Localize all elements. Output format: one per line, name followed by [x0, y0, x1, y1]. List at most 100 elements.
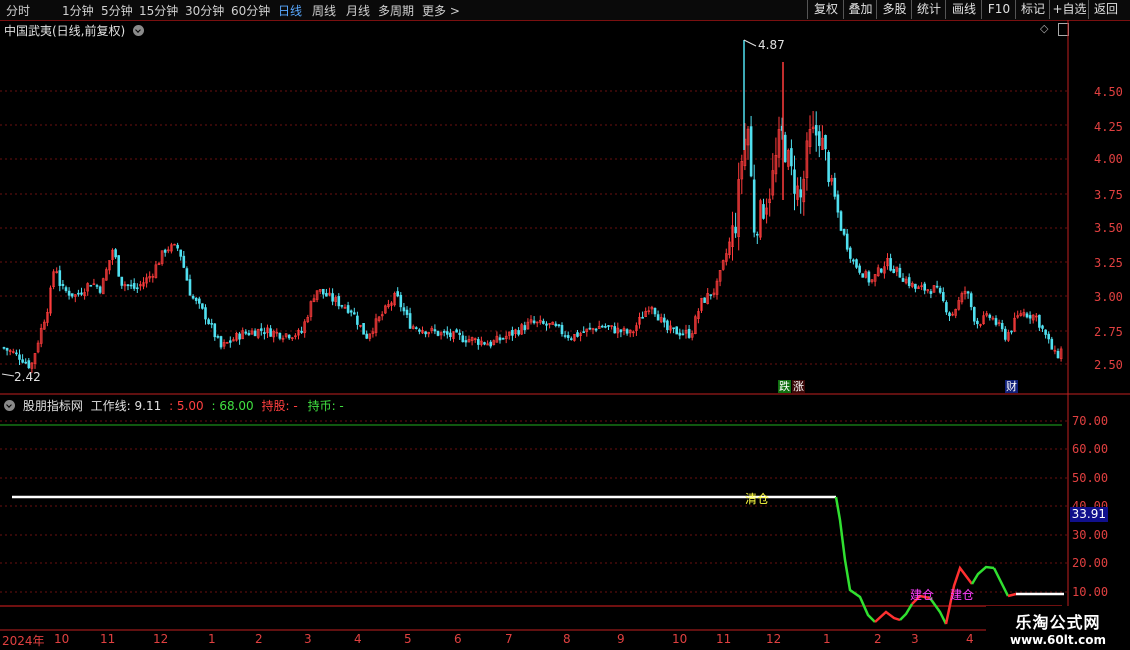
limit-up-tag[interactable]: 涨	[792, 380, 805, 393]
candle-body	[1025, 313, 1029, 318]
candle-body	[219, 336, 223, 348]
candle-body	[703, 297, 706, 303]
candle-body	[994, 318, 998, 325]
candle-body	[188, 279, 192, 296]
candle-body	[210, 323, 213, 325]
candle-body	[436, 330, 440, 336]
price-label: 4.25	[1094, 120, 1123, 134]
date-month-label: 1	[823, 632, 831, 646]
watermark-url: www.60lt.com	[1009, 633, 1107, 647]
grid-lines	[0, 90, 1068, 593]
indicator-axis-label: 20.00	[1072, 556, 1109, 570]
candle-body	[675, 326, 679, 335]
candlesticks	[2, 40, 1063, 373]
candle-body	[433, 329, 437, 332]
candle-body	[793, 169, 796, 194]
indicator-axis-label: 70.00	[1072, 414, 1109, 428]
candle-body	[396, 291, 400, 297]
date-month-label: 12	[153, 632, 169, 646]
candle-body	[824, 135, 827, 150]
candle-body	[476, 339, 480, 345]
candle-body	[117, 255, 120, 277]
candle-body	[790, 148, 793, 167]
candle-body	[545, 323, 548, 326]
candle-body	[356, 315, 359, 325]
candle-body	[136, 287, 139, 290]
candle-body	[349, 310, 353, 313]
candle-body	[672, 327, 675, 330]
candle-body	[817, 131, 821, 146]
price-label: 4.00	[1094, 152, 1123, 166]
candle-body	[988, 314, 992, 318]
candle-body	[889, 258, 892, 271]
work-line-green	[970, 565, 995, 585]
work-line-red	[874, 610, 901, 623]
candle-body	[1010, 330, 1013, 333]
date-month-label: 2	[255, 632, 263, 646]
candle-body	[287, 334, 291, 339]
candle-body	[352, 312, 356, 315]
candle-body	[442, 330, 446, 333]
candle-body	[278, 332, 282, 339]
candle-body	[948, 312, 951, 317]
finance-tag[interactable]: 财	[1005, 380, 1018, 393]
candle-body	[247, 332, 251, 336]
date-month-label: 3	[911, 632, 919, 646]
candle-body	[207, 319, 210, 325]
candle-body	[752, 179, 756, 233]
date-month-label: 11	[716, 632, 732, 646]
candle-body	[749, 126, 753, 177]
candle-body	[501, 338, 505, 340]
candle-body	[923, 283, 927, 291]
low-marker-line	[1, 373, 15, 377]
price-label: 3.00	[1094, 290, 1123, 304]
date-month-label: 4	[354, 632, 362, 646]
candle-body	[1047, 333, 1050, 340]
candle-body	[901, 278, 905, 282]
candle-body	[566, 335, 570, 338]
candle-body	[945, 302, 948, 313]
candle-body	[27, 360, 31, 369]
candle-body	[762, 204, 765, 219]
limit-down-tag[interactable]: 跌	[778, 380, 791, 393]
candle-body	[194, 297, 198, 301]
chart-canvas[interactable]	[0, 0, 1130, 650]
candle-body	[24, 361, 28, 364]
watermark-logo: 乐淘公式网 www.60lt.com	[986, 606, 1130, 650]
candle-body	[941, 292, 945, 302]
candle-body	[532, 320, 536, 324]
candle-body	[5, 347, 9, 351]
candle-body	[1000, 323, 1004, 330]
candle-body	[557, 324, 561, 327]
candle-body	[89, 285, 93, 287]
candle-body	[198, 298, 201, 304]
candle-body	[641, 316, 644, 319]
candle-body	[362, 323, 365, 335]
signal-build-1: 建仓	[910, 588, 935, 602]
candle-body	[464, 340, 468, 343]
candle-body	[402, 307, 406, 312]
candle-body	[594, 328, 598, 331]
candle-body	[346, 305, 350, 313]
candle-body	[2, 347, 6, 349]
date-year-label: 2024年	[2, 634, 45, 648]
date-month-label: 8	[563, 632, 571, 646]
candle-body	[523, 325, 527, 331]
watermark-title: 乐淘公式网	[1015, 613, 1101, 632]
candle-body	[259, 328, 263, 331]
price-label: 3.25	[1094, 256, 1123, 270]
candle-body	[563, 335, 567, 337]
candle-body	[120, 276, 124, 286]
date-month-label: 7	[505, 632, 513, 646]
candle-body	[814, 125, 818, 136]
candle-body	[836, 194, 840, 213]
candle-body	[892, 269, 896, 274]
candle-body	[253, 330, 257, 337]
date-month-label: 1	[208, 632, 216, 646]
candle-body	[405, 309, 409, 315]
candle-body	[848, 247, 852, 259]
candle-body	[201, 303, 204, 309]
candle-body	[662, 317, 666, 323]
candle-body	[399, 294, 403, 308]
candle-body	[340, 305, 344, 307]
